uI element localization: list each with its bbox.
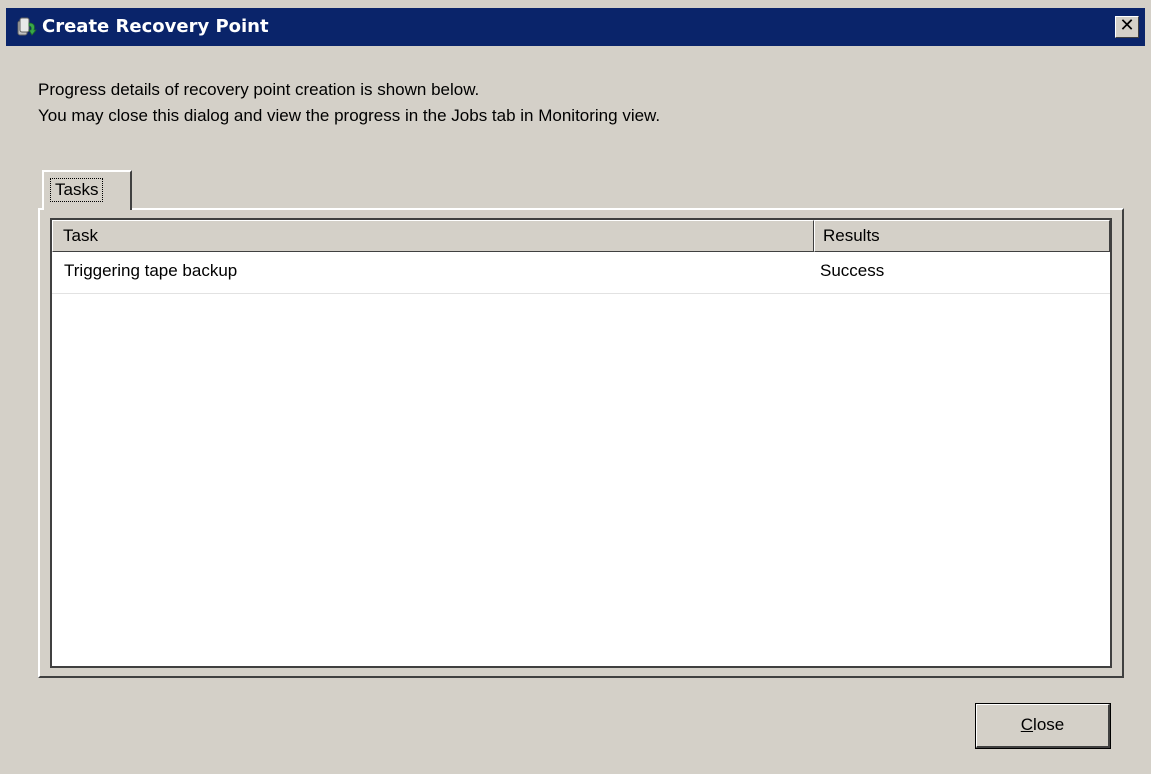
column-header-task[interactable]: Task [52,220,814,252]
tab-tasks-label: Tasks [50,178,104,202]
tasks-list[interactable]: Task Results Triggering tape backup Succ… [50,218,1112,668]
close-button[interactable]: Close [975,703,1111,749]
result-cell: Success [820,261,885,280]
tab-tasks[interactable]: Tasks [42,170,132,210]
task-cell: Triggering tape backup [64,261,238,280]
close-window-button[interactable]: ✕ [1115,16,1139,38]
column-header-results[interactable]: Results [814,220,1110,252]
window-title: Create Recovery Point [42,16,269,37]
create-recovery-point-dialog: Create Recovery Point ✕ Progress details… [0,0,1151,774]
table-row[interactable]: Triggering tape backup Success [52,252,1110,294]
title-bar[interactable]: Create Recovery Point ✕ [6,8,1145,46]
description-line-1: Progress details of recovery point creat… [38,80,480,99]
close-button-label: lose [1033,715,1065,734]
close-icon: ✕ [1119,15,1135,36]
description-line-2: You may close this dialog and view the p… [38,106,661,125]
recovery-point-icon [16,16,38,38]
close-button-accelerator: C [1020,715,1034,734]
